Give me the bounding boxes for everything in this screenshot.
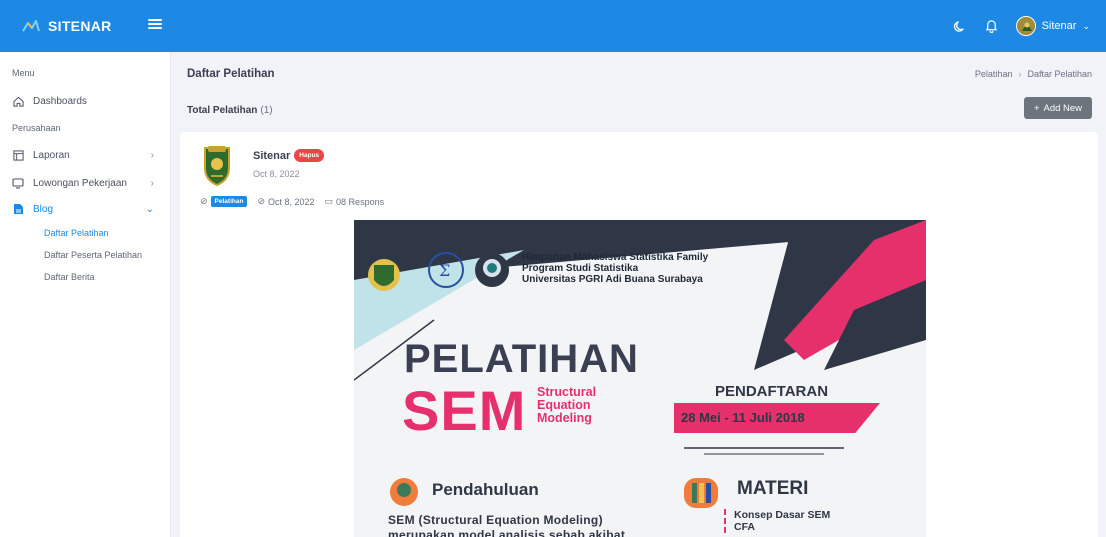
post-image: Σ Himpunan Mahasiswa Statistika Family P… — [354, 220, 926, 537]
materi-item: CFA — [734, 521, 755, 533]
comment-icon: ▭ — [324, 196, 334, 206]
theme-toggle-icon[interactable] — [952, 18, 968, 34]
sidebar-item-label: Lowongan Pekerjaan — [33, 177, 127, 189]
sidebar-item-label: Blog — [33, 203, 54, 215]
chevron-down-icon: ⌄ — [1082, 20, 1090, 31]
poster-org: Himpunan Mahasiswa Statistika Family Pro… — [522, 252, 708, 285]
poster-title: PELATIHAN — [404, 337, 639, 381]
avatar — [1015, 16, 1036, 36]
poster-materi: MATERI — [737, 478, 809, 499]
sidebar-subitem-daftar-berita[interactable]: Daftar Berita — [44, 272, 95, 282]
brand[interactable]: SITENAR — [0, 0, 171, 52]
sidebar-item-lowongan[interactable]: Lowongan Pekerjaan › — [12, 177, 162, 189]
poster-materi-list: Konsep Dasar SEM CFA — [724, 509, 830, 533]
post-author: Sitenar Hapus — [253, 149, 325, 162]
sidebar-item-label: Laporan — [33, 149, 70, 161]
chevron-down-icon: ⌄ — [145, 203, 154, 215]
delete-badge[interactable]: Hapus — [294, 149, 325, 162]
user-name: Sitenar — [1041, 20, 1077, 32]
sidebar: Menu Dashboards Perusahaan Laporan › Low… — [0, 52, 171, 537]
bell-icon[interactable] — [984, 18, 1000, 34]
user-menu[interactable]: Sitenar ⌄ — [1015, 16, 1090, 36]
poster-pendahuluan: Pendahuluan — [432, 480, 539, 499]
sidebar-item-dashboards[interactable]: Dashboards — [12, 95, 162, 107]
brand-logo-icon — [22, 20, 40, 32]
poster-pendaftaran: PENDAFTARAN — [715, 383, 829, 400]
chevron-right-icon: › — [150, 149, 154, 161]
sem-sub-line: Modeling — [537, 411, 592, 425]
report-icon — [12, 149, 24, 161]
page-title: Daftar Pelatihan — [187, 68, 275, 80]
tag-icon: ⊘ — [200, 196, 208, 206]
menu-heading: Menu — [12, 68, 35, 78]
menu-toggle-icon[interactable] — [148, 17, 162, 31]
add-new-button[interactable]: + Add New — [1024, 97, 1092, 119]
sidebar-item-label: Dashboards — [33, 95, 87, 107]
post-date: Oct 8, 2022 — [253, 169, 300, 179]
org-line: Universitas PGRI Adi Buana Surabaya — [522, 274, 703, 285]
breadcrumb-item[interactable]: Pelatihan — [975, 69, 1013, 79]
post-meta-date: ⊘ Oct 8, 2022 — [257, 196, 314, 207]
breadcrumb: Pelatihan › Daftar Pelatihan — [975, 69, 1092, 79]
materi-item: Konsep Dasar SEM — [734, 509, 831, 521]
post-tag: ⊘ Pelatihan — [200, 196, 248, 207]
top-navbar: SITENAR Sitenar ⌄ — [0, 0, 1106, 52]
monitor-icon — [12, 177, 24, 189]
chevron-right-icon: › — [150, 177, 154, 189]
poster-pend-text: SEM (Structural Equation Modeling) merup… — [388, 513, 688, 537]
meta-date-text: Oct 8, 2022 — [268, 196, 315, 207]
org-line: Himpunan Mahasiswa Statistika Family — [522, 252, 709, 263]
plus-icon: + — [1033, 102, 1040, 114]
pend-line: merupakan model analisis sebab akibat — [388, 528, 626, 537]
sidebar-item-blog[interactable]: Blog ⌄ — [12, 203, 162, 215]
breadcrumb-separator-icon: › — [1018, 69, 1022, 79]
author-avatar — [204, 146, 230, 186]
add-new-label: Add New — [1043, 102, 1083, 114]
post-responses[interactable]: ▭ 08 Respons — [325, 196, 385, 207]
total-count: Total Pelatihan (1) — [187, 105, 273, 116]
org-line: Program Studi Statistika — [522, 263, 639, 274]
poster-sem: SEM — [402, 379, 527, 442]
responses-text: 08 Respons — [336, 196, 385, 207]
sidebar-subitem-daftar-pelatihan[interactable]: Daftar Pelatihan — [44, 228, 109, 238]
company-heading: Perusahaan — [12, 123, 61, 133]
total-value: (1) — [260, 105, 273, 116]
sidebar-subitem-daftar-peserta[interactable]: Daftar Peserta Pelatihan — [44, 250, 142, 260]
home-icon — [12, 95, 24, 107]
post-meta: ⊘ Pelatihan ⊘ Oct 8, 2022 ▭ 08 Respons — [200, 196, 384, 207]
document-icon — [12, 203, 24, 215]
poster-dates: 28 Mei - 11 Juli 2018 — [681, 410, 805, 425]
post-card: Sitenar Hapus Oct 8, 2022 ⊘ Pelatihan ⊘ … — [180, 132, 1098, 537]
total-label: Total Pelatihan — [187, 105, 258, 116]
sidebar-item-laporan[interactable]: Laporan › — [12, 149, 162, 161]
pend-line: SEM (Structural Equation Modeling) — [388, 513, 603, 527]
breadcrumb-item: Daftar Pelatihan — [1027, 69, 1092, 79]
poster-sem-sub: Structural Equation Modeling — [537, 386, 596, 425]
tag-badge[interactable]: Pelatihan — [210, 196, 248, 207]
svg-text:Σ: Σ — [439, 261, 450, 280]
tag-icon: ⊘ — [257, 196, 265, 206]
brand-name: SITENAR — [48, 18, 112, 34]
author-name[interactable]: Sitenar — [253, 150, 290, 162]
